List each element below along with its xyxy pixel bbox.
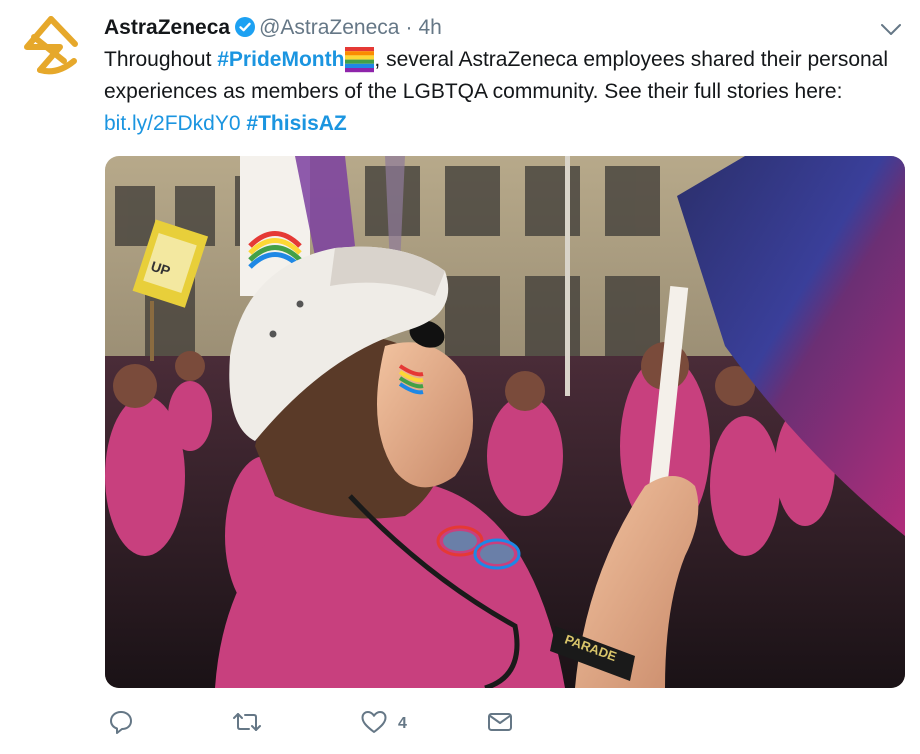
message-button[interactable]: [486, 706, 514, 742]
handle[interactable]: @AstraZeneca: [259, 16, 399, 39]
tweet-header: AstraZeneca @AstraZeneca · 4h: [104, 15, 442, 44]
avatar[interactable]: [20, 14, 82, 76]
hashtag-pridemonth[interactable]: #PrideMonth: [217, 48, 344, 71]
like-button[interactable]: 4: [360, 706, 407, 742]
short-link[interactable]: bit.ly/2FDkdY0: [104, 112, 241, 135]
separator-dot: ·: [405, 16, 413, 39]
timestamp[interactable]: 4h: [418, 16, 441, 39]
retweet-button[interactable]: [232, 706, 262, 742]
tweet-photo[interactable]: UP PARADE: [105, 156, 905, 688]
envelope-icon: [486, 709, 514, 740]
hashtag-thisisaz[interactable]: #ThisisAZ: [246, 112, 346, 135]
rainbow-flag-icon: [345, 45, 375, 74]
like-count: 4: [398, 715, 407, 732]
verified-badge-icon: [235, 17, 256, 44]
tweet-text: Throughout #PrideMonth, several AstraZen…: [104, 44, 894, 140]
retweet-icon: [232, 709, 262, 740]
action-bar: 4: [104, 706, 824, 742]
tweet: AstraZeneca @AstraZeneca · 4h Throughout #P…: [0, 0, 920, 754]
chevron-down-icon[interactable]: [879, 22, 903, 38]
astrazeneca-logo-icon: [24, 16, 78, 75]
reply-icon: [108, 709, 134, 740]
display-name[interactable]: AstraZeneca: [104, 16, 230, 39]
reply-button[interactable]: [108, 706, 134, 742]
pride-parade-photo: UP PARADE: [105, 156, 905, 688]
heart-icon: [360, 709, 388, 740]
text-segment: Throughout: [104, 48, 218, 71]
